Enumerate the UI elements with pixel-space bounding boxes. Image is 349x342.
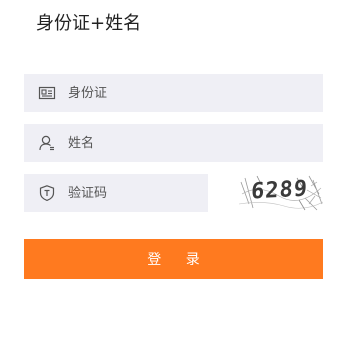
page-title: 身份证+姓名 bbox=[36, 13, 142, 34]
captcha-field[interactable] bbox=[24, 174, 208, 212]
captcha-image[interactable]: 6289 bbox=[239, 174, 323, 212]
shield-icon bbox=[38, 184, 56, 202]
id-card-field[interactable] bbox=[24, 74, 323, 112]
name-field[interactable] bbox=[24, 124, 323, 162]
captcha-input[interactable] bbox=[68, 174, 198, 212]
id-card-input[interactable] bbox=[68, 74, 308, 112]
name-input[interactable] bbox=[68, 124, 308, 162]
user-icon bbox=[38, 134, 56, 152]
id-card-icon bbox=[38, 84, 56, 102]
captcha-code: 6289 bbox=[250, 176, 309, 205]
login-button[interactable]: 登 录 bbox=[24, 239, 323, 279]
